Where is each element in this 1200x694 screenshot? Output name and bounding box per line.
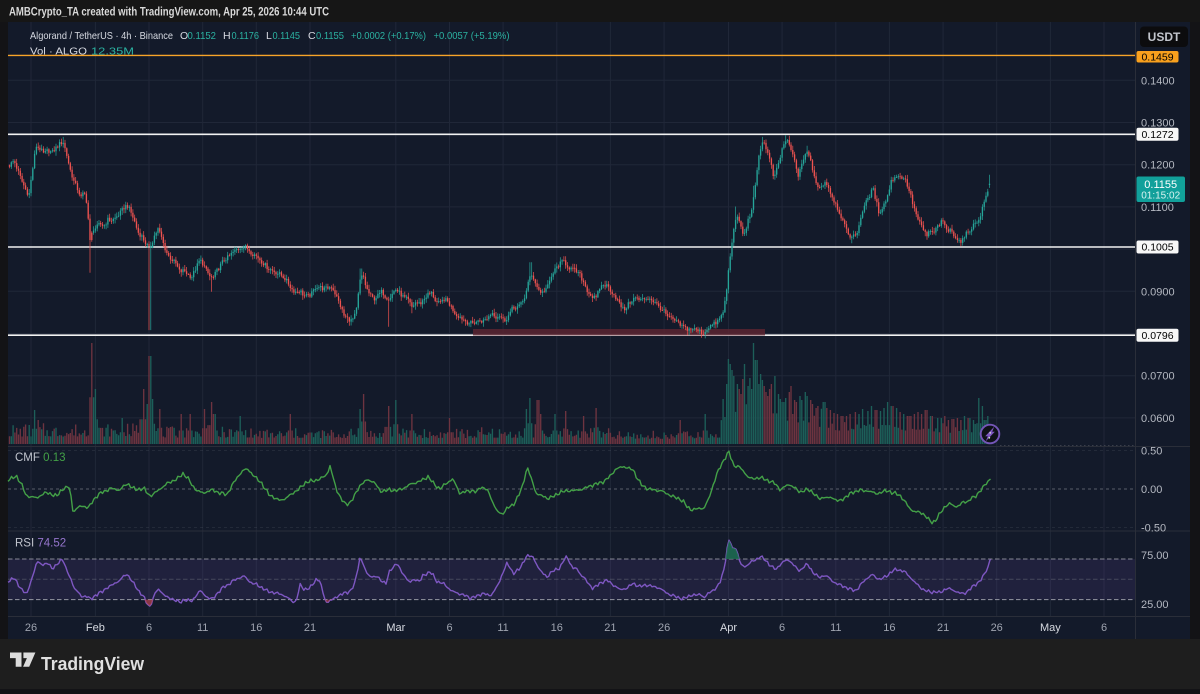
svg-text:21: 21 (604, 622, 616, 634)
svg-text:26: 26 (658, 622, 670, 634)
svg-text:01:15:02: 01:15:02 (1141, 191, 1180, 202)
svg-text:0.0900: 0.0900 (1141, 286, 1175, 298)
svg-text:+0.0002 (+0.17%): +0.0002 (+0.17%) (351, 30, 426, 42)
svg-text:6: 6 (1101, 622, 1107, 634)
svg-text:+0.0057 (+5.19%): +0.0057 (+5.19%) (434, 30, 510, 42)
svg-text:25.00: 25.00 (1141, 599, 1169, 611)
svg-text:0.50: 0.50 (1141, 446, 1162, 458)
svg-text:0.1155: 0.1155 (316, 30, 344, 42)
svg-text:0.1100: 0.1100 (1141, 202, 1174, 214)
svg-text:21: 21 (937, 622, 949, 634)
svg-text:Feb: Feb (86, 622, 105, 634)
svg-text:0.1005: 0.1005 (1141, 242, 1173, 254)
svg-text:6: 6 (446, 622, 452, 634)
svg-text:0.1145: 0.1145 (273, 30, 301, 42)
svg-text:0.1400: 0.1400 (1141, 75, 1175, 87)
svg-text:26: 26 (991, 622, 1003, 634)
svg-text:Algorand / TetherUS · 4h · Bin: Algorand / TetherUS · 4h · Binance (30, 30, 173, 42)
svg-text:0.1300: 0.1300 (1141, 118, 1175, 130)
svg-text:AMBCrypto_TA created with Trad: AMBCrypto_TA created with TradingView.co… (9, 7, 329, 19)
svg-text:USDT: USDT (1148, 30, 1181, 44)
svg-text:6: 6 (146, 622, 152, 634)
svg-text:0.0796: 0.0796 (1141, 330, 1173, 342)
svg-text:L: L (266, 30, 272, 42)
svg-text:0.0600: 0.0600 (1141, 413, 1175, 425)
svg-text:Apr: Apr (720, 622, 737, 634)
svg-text:CMF 0.13: CMF 0.13 (15, 452, 66, 464)
svg-text:21: 21 (304, 622, 316, 634)
svg-text:11: 11 (830, 622, 841, 634)
svg-text:12.35M: 12.35M (91, 46, 134, 58)
svg-text:Mar: Mar (386, 622, 405, 634)
svg-text:0.1155: 0.1155 (1144, 179, 1177, 191)
svg-text:0.00: 0.00 (1141, 484, 1162, 496)
svg-text:11: 11 (197, 622, 208, 634)
svg-text:Vol · ALGO: Vol · ALGO (30, 46, 87, 58)
svg-text:0.0700: 0.0700 (1141, 371, 1175, 383)
svg-text:26: 26 (25, 622, 37, 634)
svg-text:May: May (1040, 622, 1061, 634)
svg-text:0.1459: 0.1459 (1141, 51, 1173, 63)
svg-text:0.1152: 0.1152 (188, 30, 217, 42)
svg-text:0.1272: 0.1272 (1141, 129, 1173, 141)
svg-text:16: 16 (551, 622, 563, 634)
svg-text:C: C (308, 30, 316, 42)
svg-text:H: H (223, 30, 231, 42)
svg-text:11: 11 (497, 622, 508, 634)
svg-text:16: 16 (883, 622, 895, 634)
svg-text:75.00: 75.00 (1141, 550, 1169, 562)
svg-text:0.1176: 0.1176 (232, 30, 260, 42)
svg-text:TradingView: TradingView (41, 653, 145, 674)
svg-text:-0.50: -0.50 (1141, 523, 1166, 535)
svg-text:RSI 74.52: RSI 74.52 (15, 538, 66, 550)
svg-text:16: 16 (250, 622, 262, 634)
svg-text:0.1200: 0.1200 (1141, 160, 1175, 172)
svg-text:6: 6 (779, 622, 785, 634)
